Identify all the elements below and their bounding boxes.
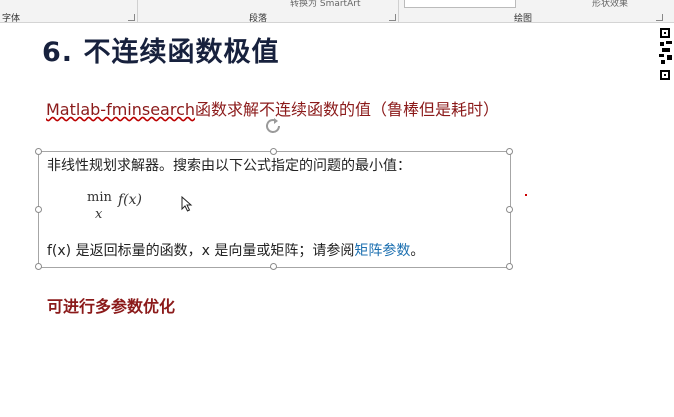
resize-handle-top-left[interactable] <box>35 148 42 155</box>
font-dialog-launcher-icon[interactable] <box>128 14 135 21</box>
slide-title[interactable]: 6. 不连续函数极值 <box>42 30 279 69</box>
smartart-partial-label[interactable]: 转换为 SmartArt <box>290 0 360 9</box>
ribbon-group-paragraph-label: 段落 <box>249 14 268 24</box>
ribbon-group-drawing-label: 绘图 <box>514 14 533 24</box>
formula-min: min <box>87 190 112 205</box>
formula-variable: x <box>95 207 103 222</box>
subtitle-text: 函数求解不连续函数的值（鲁棒但是耗时） <box>195 100 500 119</box>
drawing-dialog-launcher-icon[interactable] <box>656 14 663 21</box>
resize-handle-bottom-left[interactable] <box>35 263 42 270</box>
resize-handle-bottom[interactable] <box>270 263 277 270</box>
solver-description: 非线性规划求解器。搜索由以下公式指定的问题的最小值： <box>47 158 411 174</box>
multi-parameter-note[interactable]: 可进行多参数优化 <box>47 293 175 317</box>
ribbon-separator <box>398 0 399 22</box>
move-cursor-icon <box>181 195 193 216</box>
rotate-handle-icon[interactable] <box>264 117 284 135</box>
function-description: f(x) 是返回标量的函数，x 是向量或矩阵；请参阅矩阵参数。 <box>47 240 424 260</box>
resize-handle-top-right[interactable] <box>506 148 513 155</box>
stray-mark <box>525 194 527 196</box>
resize-handle-bottom-right[interactable] <box>506 263 513 270</box>
resize-handle-right[interactable] <box>506 206 513 213</box>
paragraph-dialog-launcher-icon[interactable] <box>389 14 396 21</box>
matrix-arguments-link[interactable]: 矩阵参数 <box>354 243 410 259</box>
shape-gallery[interactable] <box>404 0 516 8</box>
resize-handle-left[interactable] <box>35 206 42 213</box>
function-description-end: 。 <box>410 243 425 259</box>
resize-handle-top[interactable] <box>270 148 277 155</box>
function-description-text: f(x) 是返回标量的函数，x 是向量或矩阵；请参阅 <box>47 243 355 259</box>
formula-function: f(x) <box>118 192 143 208</box>
shape-effects-partial-label[interactable]: 形状效果 <box>592 0 628 9</box>
qr-code-icon <box>658 26 674 84</box>
ribbon-separator <box>137 0 138 22</box>
ribbon-group-font-label: 字体 <box>2 14 21 24</box>
fminsearch-link[interactable]: Matlab-fminsearch <box>46 100 195 119</box>
ribbon: 转换为 SmartArt 形状效果 字体 段落 绘图 <box>0 0 674 24</box>
